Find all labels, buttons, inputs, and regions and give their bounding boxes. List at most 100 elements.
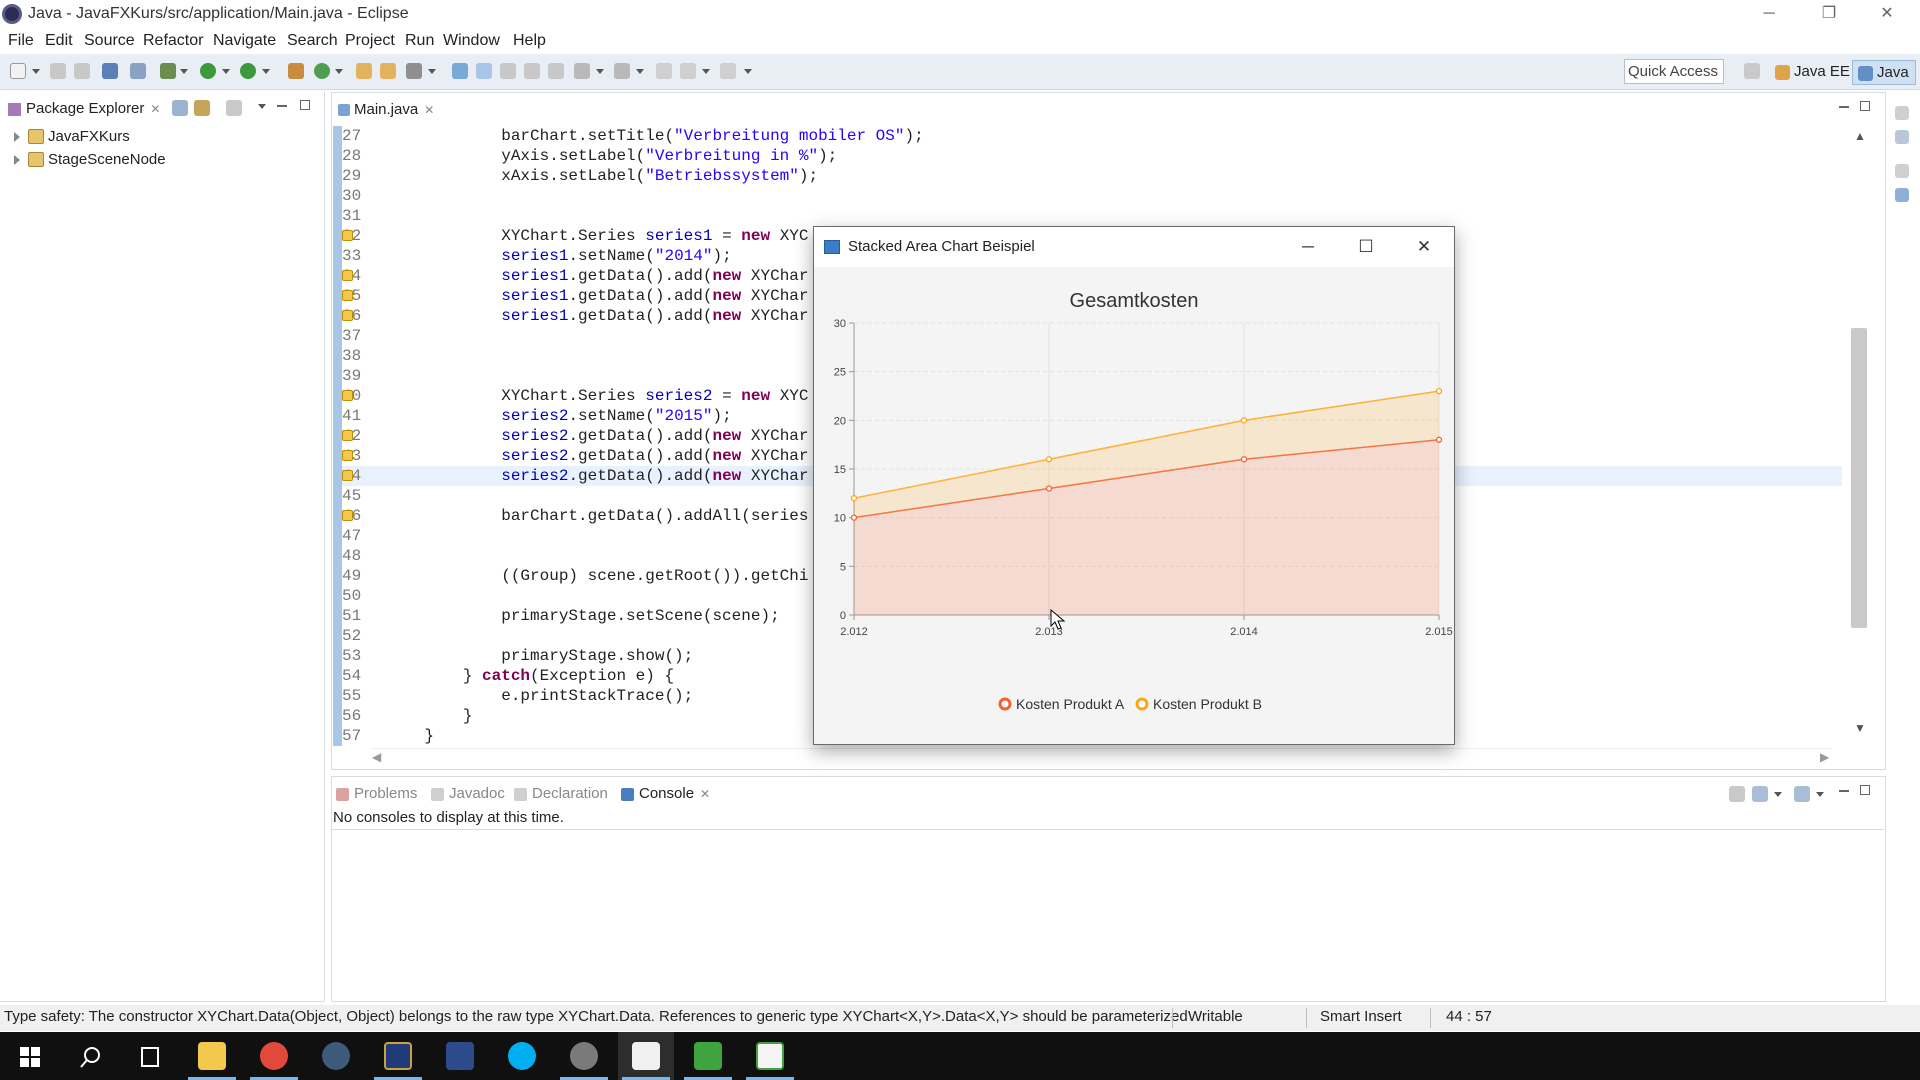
tab-problems[interactable]: Problems <box>332 781 423 807</box>
menu-window[interactable]: Window <box>443 32 500 50</box>
chevron-down-icon[interactable] <box>222 69 230 74</box>
code-line[interactable]: 31 <box>342 206 1842 226</box>
vertical-scroll-thumb[interactable] <box>1851 328 1867 628</box>
menu-search[interactable]: Search <box>287 32 338 50</box>
next-annotation-icon[interactable] <box>524 63 540 79</box>
taskbar-file-explorer[interactable] <box>184 1032 240 1080</box>
debug-icon[interactable] <box>160 63 176 79</box>
back-icon[interactable] <box>680 63 696 79</box>
save-all-icon[interactable] <box>74 63 90 79</box>
menu-run[interactable]: Run <box>405 32 434 50</box>
toggle-mark-occurrences-icon[interactable] <box>452 63 468 79</box>
save-icon[interactable] <box>50 63 66 79</box>
tree-item-project[interactable]: StageSceneNode <box>14 151 166 168</box>
chevron-down-icon[interactable] <box>335 69 343 74</box>
skip-breakpoints-icon[interactable] <box>130 63 146 79</box>
chevron-down-icon[interactable] <box>32 69 40 74</box>
menu-project[interactable]: Project <box>345 32 395 50</box>
link-with-editor-icon[interactable] <box>194 100 210 116</box>
start-button[interactable] <box>2 1032 58 1080</box>
minimize-button[interactable]: ─ <box>1746 2 1792 26</box>
expand-arrow-icon[interactable] <box>14 155 20 165</box>
pin-console-icon[interactable] <box>1729 786 1745 802</box>
taskbar-search[interactable] <box>62 1032 118 1080</box>
warning-marker-icon[interactable] <box>342 310 353 321</box>
scroll-left-icon[interactable]: ◀ <box>372 750 381 764</box>
taskbar-visual-studio[interactable] <box>432 1032 488 1080</box>
chevron-down-icon[interactable] <box>1816 792 1824 797</box>
taskbar-launcher[interactable] <box>370 1032 426 1080</box>
chevron-down-icon[interactable] <box>636 69 644 74</box>
next-edit-icon[interactable] <box>574 63 590 79</box>
perspective-java[interactable]: Java <box>1852 60 1916 85</box>
quick-access-input[interactable]: Quick Access <box>1624 59 1724 84</box>
chevron-down-icon[interactable] <box>702 69 710 74</box>
forward-icon[interactable] <box>720 63 736 79</box>
chevron-down-icon[interactable] <box>262 69 270 74</box>
maximize-view-icon[interactable] <box>1860 785 1870 795</box>
scroll-down-icon[interactable]: ▼ <box>1854 721 1866 735</box>
code-line[interactable]: 27 barChart.setTitle("Verbreitung mobile… <box>342 126 1842 146</box>
expand-arrow-icon[interactable] <box>14 132 20 142</box>
chevron-down-icon[interactable] <box>744 69 752 74</box>
chart-window-titlebar[interactable]: Stacked Area Chart Beispiel ─ ☐ ✕ <box>814 227 1454 267</box>
tab-package-explorer[interactable]: Package Explorer ✕ <box>0 96 168 122</box>
run-icon[interactable] <box>200 63 216 79</box>
minimize-view-icon[interactable] <box>1839 790 1849 792</box>
maximize-editor-icon[interactable] <box>1860 101 1870 111</box>
warning-marker-icon[interactable] <box>342 290 353 301</box>
last-edit-icon[interactable] <box>614 63 630 79</box>
code-line[interactable]: 28 yAxis.setLabel("Verbreitung in %"); <box>342 146 1842 166</box>
collapse-all-icon[interactable] <box>172 100 188 116</box>
restore-icon[interactable] <box>1895 164 1909 178</box>
tab-console[interactable]: Console ✕ <box>617 781 716 807</box>
outline-icon[interactable] <box>1895 188 1909 202</box>
chart-close-button[interactable]: ✕ <box>1404 234 1444 260</box>
tab-javadoc[interactable]: Javadoc <box>427 781 511 807</box>
open-folder-icon[interactable] <box>380 63 396 79</box>
chart-window[interactable]: Stacked Area Chart Beispiel ─ ☐ ✕ Gesamt… <box>813 226 1455 745</box>
view-menu-icon[interactable] <box>258 104 266 109</box>
chart-maximize-button[interactable]: ☐ <box>1346 234 1386 260</box>
tree-item-project[interactable]: JavaFXKurs <box>14 128 130 145</box>
taskbar-skype[interactable] <box>494 1032 550 1080</box>
new-icon[interactable] <box>10 63 26 79</box>
focus-icon[interactable] <box>226 100 242 116</box>
tab-main-java[interactable]: Main.java ✕ <box>332 95 445 123</box>
open-console-icon[interactable] <box>1794 786 1810 802</box>
new-java-package-icon[interactable] <box>288 63 304 79</box>
taskbar-camtasia-white[interactable] <box>742 1032 798 1080</box>
close-icon[interactable]: ✕ <box>424 103 434 117</box>
menu-file[interactable]: File <box>8 32 34 50</box>
open-type-icon[interactable] <box>356 63 372 79</box>
coverage-icon[interactable] <box>240 63 256 79</box>
open-perspective-icon[interactable] <box>1744 63 1760 79</box>
search-icon[interactable] <box>406 63 422 79</box>
menu-navigate[interactable]: Navigate <box>213 32 276 50</box>
task-view-button[interactable] <box>122 1032 178 1080</box>
taskbar-chrome[interactable] <box>246 1032 302 1080</box>
minimize-view-icon[interactable] <box>277 105 287 107</box>
warning-marker-icon[interactable] <box>342 470 353 481</box>
taskbar-steam[interactable] <box>308 1032 364 1080</box>
scroll-right-icon[interactable]: ▶ <box>1820 750 1829 764</box>
tab-declaration[interactable]: Declaration <box>510 781 614 807</box>
new-java-class-icon[interactable] <box>314 63 330 79</box>
taskbar-java[interactable] <box>618 1032 674 1080</box>
close-icon[interactable]: ✕ <box>150 102 160 116</box>
restore-button[interactable]: ❐ <box>1806 2 1852 26</box>
scroll-up-icon[interactable]: ▲ <box>1854 129 1866 143</box>
menu-refactor[interactable]: Refactor <box>143 32 203 50</box>
perspective-java-ee[interactable]: Java EE <box>1770 60 1856 85</box>
warning-marker-icon[interactable] <box>342 230 353 241</box>
show-whitespace-icon[interactable] <box>500 63 516 79</box>
chevron-down-icon[interactable] <box>428 69 436 74</box>
minimize-editor-icon[interactable] <box>1839 106 1849 108</box>
warning-marker-icon[interactable] <box>342 270 353 281</box>
warning-marker-icon[interactable] <box>342 390 353 401</box>
previous-annotation-icon[interactable] <box>548 63 564 79</box>
close-button[interactable]: ✕ <box>1864 2 1910 26</box>
horizontal-scrollbar[interactable]: ◀ ▶ <box>372 748 1832 766</box>
close-icon[interactable]: ✕ <box>700 787 710 801</box>
warning-marker-icon[interactable] <box>342 450 353 461</box>
